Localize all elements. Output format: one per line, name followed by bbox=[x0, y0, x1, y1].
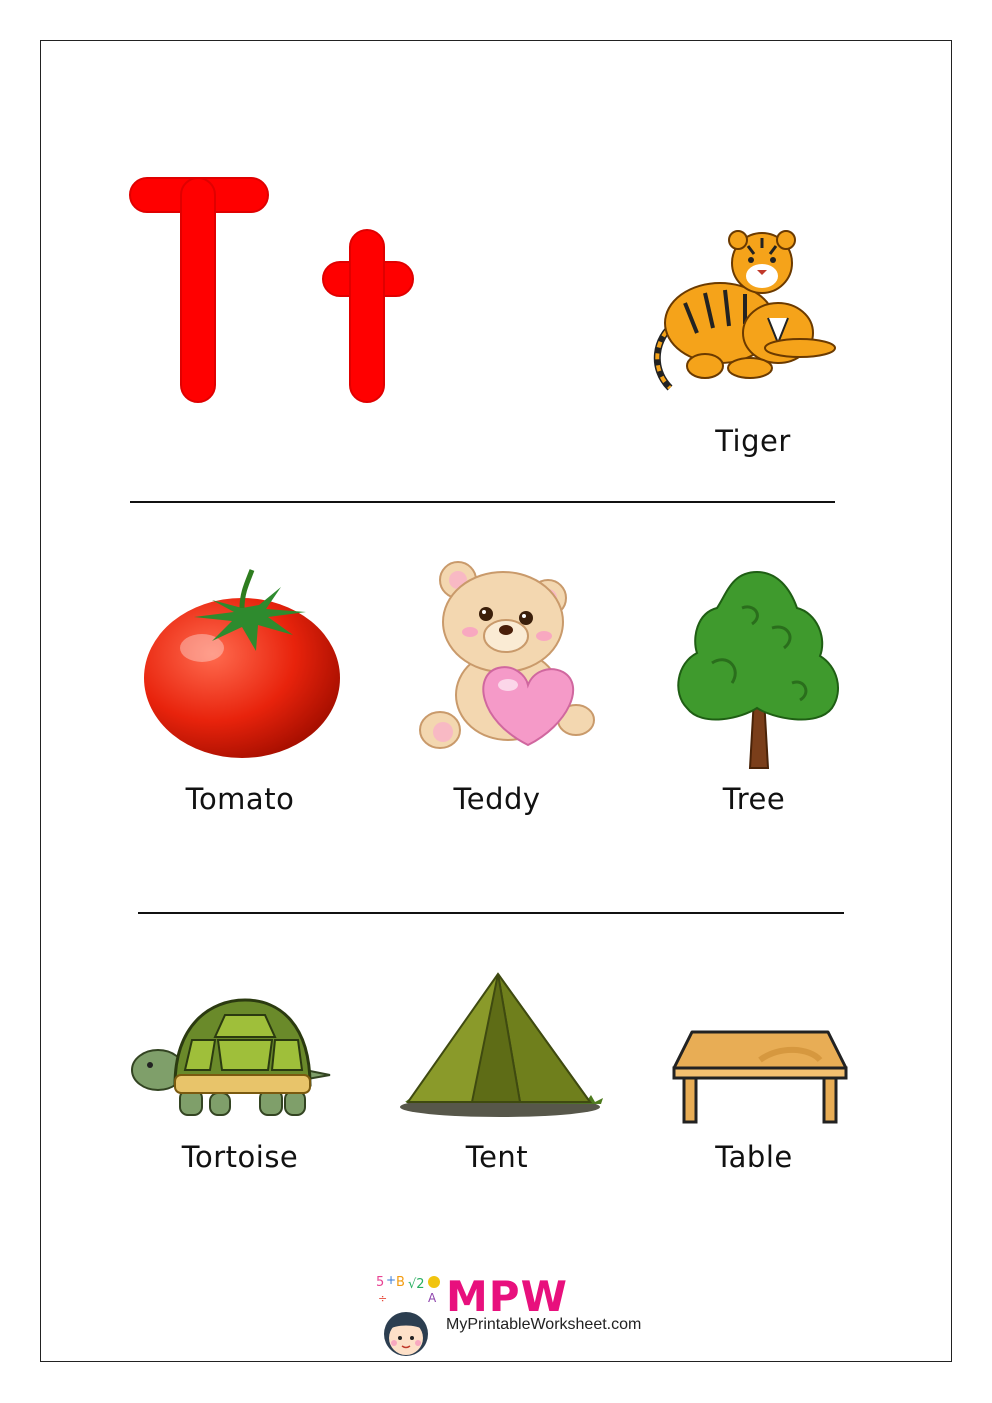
lowercase-letter-t bbox=[322, 229, 414, 403]
svg-text:√2: √2 bbox=[408, 1277, 425, 1292]
divider-line bbox=[138, 912, 844, 914]
word-table: Table bbox=[715, 1140, 793, 1174]
mpw-mascot-icon: 5 + B √2 A ÷ bbox=[376, 1273, 440, 1356]
table-icon bbox=[672, 1030, 848, 1124]
svg-text:B: B bbox=[396, 1275, 405, 1290]
tiger-icon bbox=[653, 230, 836, 391]
svg-text:5: 5 bbox=[376, 1275, 384, 1290]
word-teddy: Teddy bbox=[453, 782, 541, 816]
teddy-icon bbox=[419, 561, 595, 749]
brand-site-url: MyPrintableWorksheet.com bbox=[446, 1316, 642, 1333]
word-tomato: Tomato bbox=[185, 782, 295, 816]
word-tortoise: Tortoise bbox=[181, 1140, 299, 1174]
word-tent: Tent bbox=[465, 1140, 529, 1174]
uppercase-letter-t bbox=[129, 177, 269, 403]
svg-text:A: A bbox=[428, 1291, 437, 1305]
tent-icon bbox=[400, 972, 603, 1117]
tree-icon bbox=[677, 570, 839, 769]
tortoise-icon bbox=[131, 998, 331, 1116]
svg-text:÷: ÷ bbox=[378, 1292, 387, 1305]
tomato-icon bbox=[144, 569, 340, 758]
brand-logo-text: MPW bbox=[446, 1272, 568, 1321]
word-tree: Tree bbox=[722, 782, 786, 816]
svg-text:+: + bbox=[386, 1273, 396, 1287]
word-tiger: Tiger bbox=[715, 424, 791, 458]
divider-line bbox=[130, 501, 835, 503]
